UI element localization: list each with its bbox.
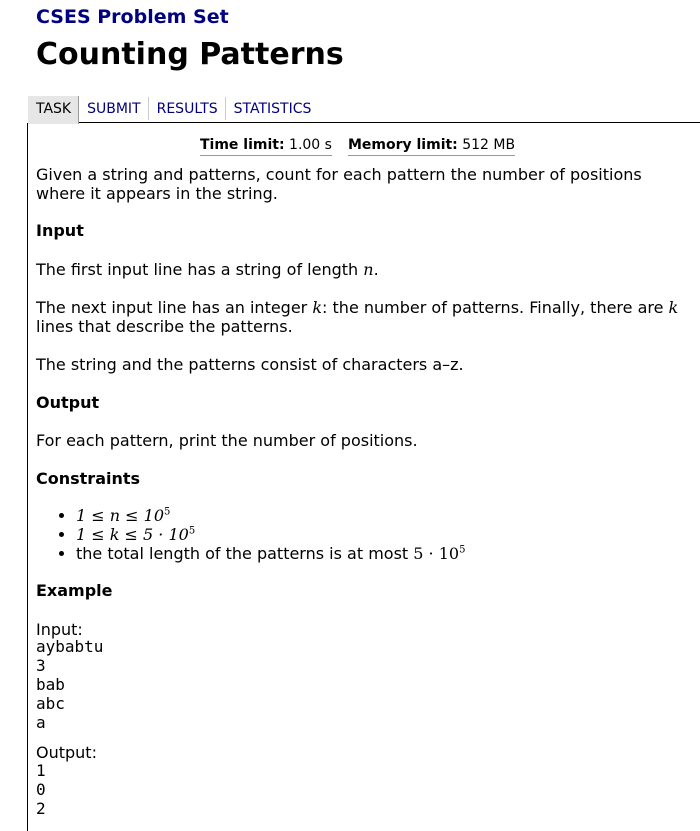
input-heading: Input (36, 221, 84, 240)
constraints-list: 1 ≤ n ≤ 105 1 ≤ k ≤ 5 · 105 the total le… (36, 506, 686, 563)
memory-limit-label: Memory limit: (347, 137, 458, 153)
task-content: Time limit: 1.00 s Memory limit: 512 MB … (27, 123, 700, 831)
constraint-n: 1 ≤ n ≤ 10 (76, 506, 164, 525)
input-p2-text: The next input line has an integer (36, 298, 313, 317)
constraint-item: 1 ≤ n ≤ 105 (76, 506, 686, 525)
site-title[interactable]: CSES Problem Set (36, 6, 229, 28)
constraint-k-exp: 5 (188, 525, 196, 537)
constraints-heading: Constraints (36, 469, 141, 488)
constraint-item: the total length of the patterns is at m… (76, 544, 686, 563)
tab-results[interactable]: RESULTS (149, 97, 226, 120)
input-p2-mid: : the number of patterns. Finally, there… (322, 298, 669, 317)
example-output: 1 0 2 (36, 761, 46, 818)
example-output-label: Output: (36, 743, 97, 762)
input-paragraph-3: The string and the patterns consist of c… (36, 355, 464, 374)
var-k-2: k (668, 298, 679, 317)
output-paragraph: For each pattern, print the number of po… (36, 431, 418, 450)
input-p2-end: lines that describe the patterns. (36, 317, 293, 336)
page-title: Counting Patterns (36, 37, 344, 72)
memory-limit: Memory limit: 512 MB (347, 137, 516, 156)
example-input: aybabtu 3 bab abc a (36, 637, 104, 732)
example-heading: Example (36, 581, 113, 600)
intro-text: Given a string and patterns, count for e… (36, 165, 642, 203)
task-limits: Time limit: 1.00 s Memory limit: 512 MB (200, 137, 516, 156)
input-paragraph-2: The next input line has an integer k: th… (36, 298, 686, 336)
constraint-total-exp: 5 (459, 544, 466, 556)
input-p1-end: . (373, 260, 379, 279)
tab-statistics[interactable]: STATISTICS (226, 97, 319, 120)
time-limit-label: Time limit: (200, 137, 285, 153)
var-n: n (363, 260, 374, 279)
constraint-n-exp: 5 (164, 506, 171, 518)
tab-submit[interactable]: SUBMIT (79, 97, 149, 120)
input-paragraph-1: The first input line has a string of len… (36, 260, 686, 279)
time-limit: Time limit: 1.00 s (200, 137, 332, 156)
input-p1-text: The first input line has a string of len… (36, 260, 364, 279)
constraint-k: 1 ≤ k ≤ 5 · 10 (76, 525, 189, 544)
constraint-total-text: the total length of the patterns is at m… (76, 544, 414, 563)
memory-limit-value: 512 MB (462, 137, 516, 153)
constraint-total-math: 5 · 10 (413, 544, 460, 563)
tab-task[interactable]: TASK (28, 96, 80, 124)
task-nav: TASK SUBMIT RESULTS STATISTICS (28, 96, 700, 124)
time-limit-value: 1.00 s (289, 137, 332, 153)
var-k: k (312, 298, 323, 317)
output-heading: Output (36, 393, 100, 412)
constraint-item: 1 ≤ k ≤ 5 · 105 (76, 525, 686, 544)
